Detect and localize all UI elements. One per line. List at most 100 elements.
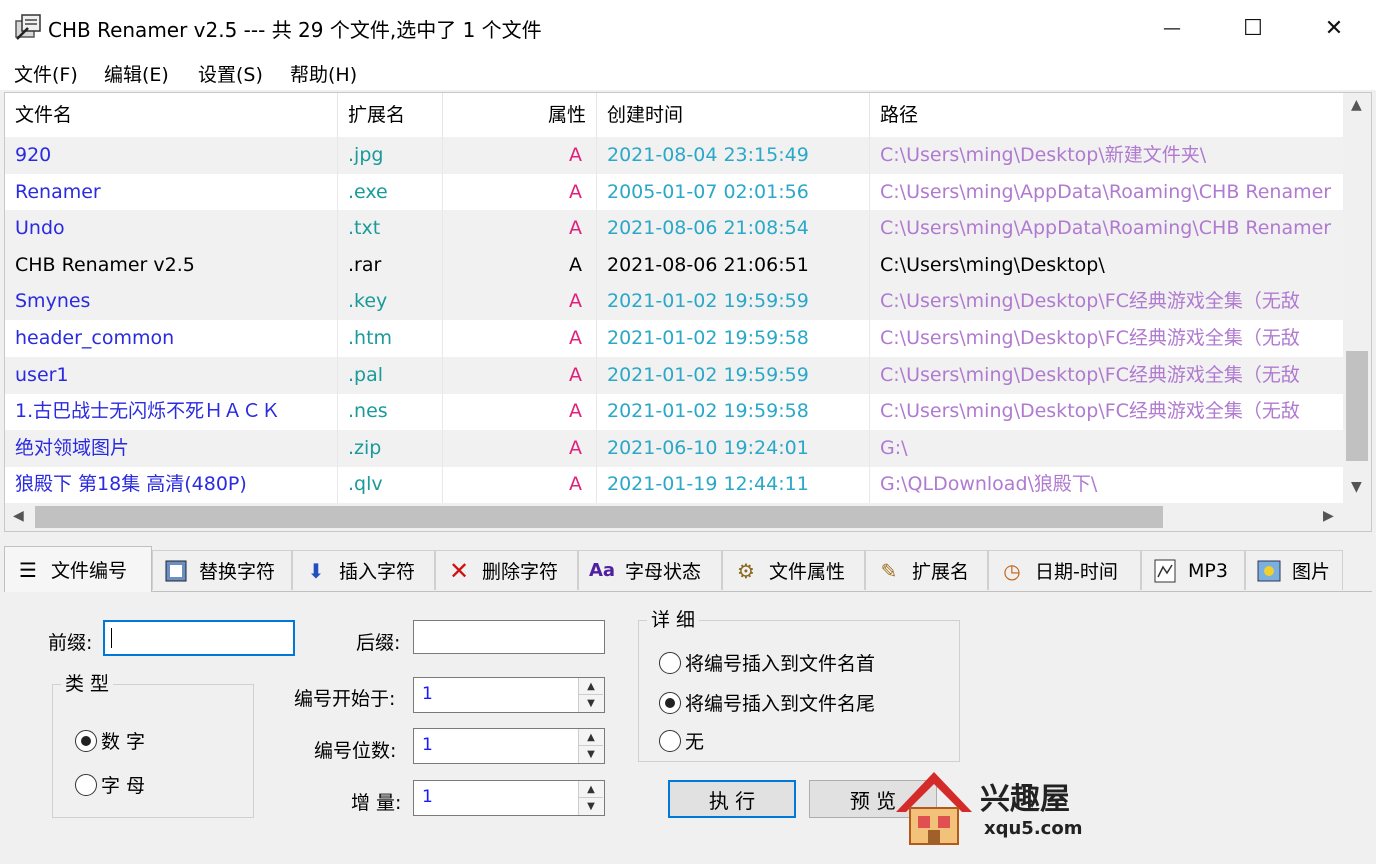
tab-picture[interactable]: 图片 [1245,550,1343,590]
radio-dot [75,729,97,752]
cell-path: C:\Users\ming\AppData\Roaming\CHB Rename… [880,217,1332,240]
title-bar: CHB Renamer v2.5 --- 共 29 个文件,选中了 1 个文件 … [0,0,1376,56]
cell-ext: .pal [338,356,443,394]
tab-delete[interactable]: ✕ 删除字符 [435,550,578,590]
execute-button[interactable]: 执 行 [668,780,796,818]
column-attribute[interactable]: 属性 [443,93,597,137]
cell-path: G:\ [880,436,908,459]
spin-down-icon[interactable]: ▼ [579,798,603,815]
cell-path: C:\Users\ming\Desktop\FC经典游戏全集（无敌 [880,363,1300,386]
file-row[interactable]: header_common .htm A 2021-01-02 19:59:58 C:\… [5,320,1343,357]
tab-letter-case[interactable]: Aa 字母状态 [578,550,722,590]
close-icon: ✕ [1324,15,1344,41]
step-spinner[interactable]: 1 ▲ ▼ [413,780,605,816]
suffix-input[interactable] [413,620,605,654]
menu-file[interactable]: 文件(F) [14,60,78,87]
cell-time: 2021-01-02 19:59:58 [597,320,870,357]
file-list[interactable]: 文件名 扩展名 属性 创建时间 路径 920 .jpg A 2021-08-04 23… [4,92,1372,532]
cell-time: 2021-01-02 19:59:59 [597,356,870,394]
vertical-scroll-thumb[interactable] [1346,351,1368,461]
insert-none-radio[interactable]: 无 [659,727,704,754]
cell-time: 2021-08-06 21:06:51 [597,246,870,284]
suffix-label: 后缀: [356,632,401,654]
cell-name: 1.古巴战士无闪烁不死ＨＡＣＫ [5,393,338,431]
cell-path: C:\Users\ming\Desktop\FC经典游戏全集（无敌 [880,400,1300,423]
tab-file-attributes[interactable]: ⚙ 文件属性 [722,550,865,590]
cell-time: 2021-08-04 23:15:49 [597,137,870,174]
column-extension[interactable]: 扩展名 [338,93,443,137]
type-digit-label: 数 字 [101,731,146,753]
cell-name: 绝对领域图片 [5,429,338,467]
scroll-up-icon[interactable]: ▲ [1351,97,1362,113]
detail-group: 详 细 将编号插入到文件名首 将编号插入到文件名尾 无 [638,605,960,762]
cell-path: C:\Users\ming\AppData\Roaming\CHB Rename… [880,180,1332,203]
column-created[interactable]: 创建时间 [597,93,870,137]
menu-help[interactable]: 帮助(H) [290,60,357,87]
cell-ext: .exe [338,173,443,211]
horizontal-scrollbar[interactable]: ◀ ▶ [5,503,1371,531]
tab-extension[interactable]: ✎ 扩展名 [865,550,988,590]
tab-label: 文件属性 [769,561,846,583]
spin-up-icon[interactable]: ▲ [579,781,603,798]
file-row[interactable]: user1 .pal A 2021-01-02 19:59:59 C:\Users\mi… [5,356,1343,394]
cell-attr: A [443,246,597,284]
minimize-button[interactable]: — [1132,0,1212,56]
file-row[interactable]: 920 .jpg A 2021-08-04 23:15:49 C:\Users\ming… [5,137,1343,174]
insert-tail-radio[interactable]: 将编号插入到文件名尾 [659,689,875,716]
house-logo-icon [896,772,972,845]
scroll-right-icon[interactable]: ▶ [1323,508,1334,524]
tab-replace[interactable]: 替换字符 [152,550,292,590]
type-letter-label: 字 母 [101,775,146,797]
spin-up-icon[interactable]: ▲ [579,678,603,695]
delete-icon: ✕ [448,556,470,585]
scroll-down-icon[interactable]: ▼ [1351,479,1362,495]
cell-path: C:\Users\ming\Desktop\新建文件夹\ [880,144,1207,166]
vertical-scrollbar[interactable]: ▲ ▼ [1343,93,1371,503]
type-letter-radio[interactable]: 字 母 [75,771,145,798]
spin-up-icon[interactable]: ▲ [579,729,603,746]
file-row[interactable]: 1.古巴战士无闪烁不死ＨＡＣＫ .nes A 2021-01-02 19:59:58 C… [5,393,1343,431]
file-row[interactable]: Undo .txt A 2021-08-06 21:08:54 C:\Users\min… [5,210,1343,248]
start-spinner[interactable]: 1 ▲ ▼ [413,677,605,713]
tab-numbering[interactable]: ☰ 文件编号 [4,546,152,592]
tab-date-time[interactable]: ◷ 日期-时间 [988,550,1141,590]
menu-edit[interactable]: 编辑(E) [104,60,169,87]
radio-dot [659,729,681,752]
spin-down-icon[interactable]: ▼ [579,746,603,763]
tab-label: 图片 [1292,561,1331,583]
menu-settings[interactable]: 设置(S) [198,60,263,87]
horizontal-scroll-thumb[interactable] [35,506,1163,528]
tab-label: 删除字符 [482,561,559,583]
column-filename[interactable]: 文件名 [5,93,338,137]
file-row[interactable]: Smynes .key A 2021-01-02 19:59:59 C:\Users\m… [5,283,1343,321]
prefix-label: 前缀: [48,632,93,654]
cell-name: CHB Renamer v2.5 [5,246,338,284]
start-value: 1 [422,684,433,704]
cell-time: 2021-01-02 19:59:58 [597,393,870,431]
maximize-button[interactable]: ☐ [1213,0,1293,56]
insert-icon: ⬇ [307,558,325,583]
digits-value: 1 [422,735,433,755]
scroll-left-icon[interactable]: ◀ [13,508,24,524]
column-path[interactable]: 路径 [870,93,1343,137]
tab-mp3[interactable]: MP3 [1141,550,1245,590]
type-digit-radio[interactable]: 数 字 [75,727,145,754]
prefix-input[interactable] [103,620,295,656]
insert-head-radio[interactable]: 将编号插入到文件名首 [659,649,875,676]
radio-dot [659,651,681,674]
close-button[interactable]: ✕ [1294,0,1374,56]
tab-insert[interactable]: ⬇ 插入字符 [292,550,435,590]
cell-ext: .nes [338,393,443,431]
cell-ext: .zip [338,429,443,467]
spin-down-icon[interactable]: ▼ [579,695,603,712]
step-value: 1 [422,787,433,807]
tab-label: 字母状态 [625,561,702,583]
file-row[interactable]: Renamer .exe A 2005-01-07 02:01:56 C:\Users\… [5,173,1343,211]
watermark: 兴趣屋 xqu5.com [892,768,1092,848]
file-row[interactable]: 绝对领域图片 .zip A 2021-06-10 19:24:01 G:\ [5,429,1343,467]
file-row[interactable]: 狼殿下 第18集 高清(480P) .qlv A 2021-01-19 12:44:1… [5,466,1343,504]
cell-attr: A [443,393,597,431]
digits-spinner[interactable]: 1 ▲ ▼ [413,728,605,764]
file-row[interactable]: CHB Renamer v2.5 .rar A 2021-08-06 21:06:51… [5,246,1343,284]
watermark-brand: 兴趣屋 [980,782,1070,817]
